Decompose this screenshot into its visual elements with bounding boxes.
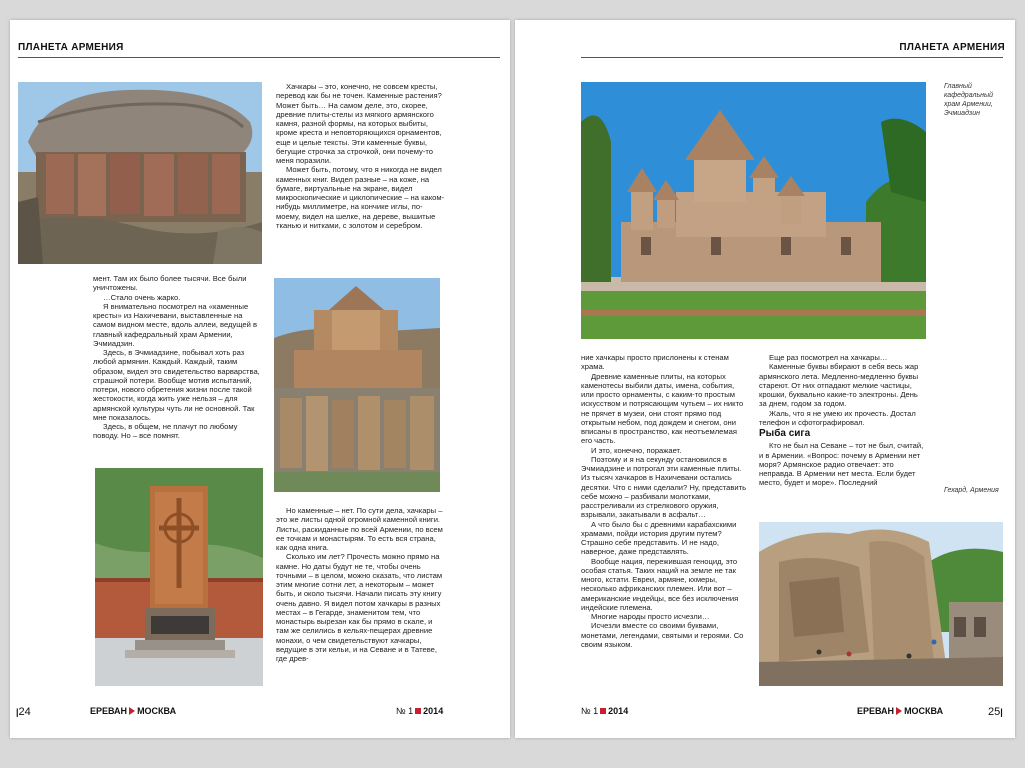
left-col1-text: мент. Там их было более тысячи. Все были… bbox=[93, 274, 261, 441]
paragraph: Но каменные – нет. По сути дела, хачкары… bbox=[276, 506, 443, 552]
paragraph: Исчезли вместе со своими буквами, монета… bbox=[581, 621, 744, 649]
left-col2-bottom-text: Но каменные – нет. По сути дела, хачкары… bbox=[276, 506, 446, 663]
paragraph: Древние каменные плиты, на которых камен… bbox=[581, 371, 744, 446]
paragraph: Здесь, в общем, не плачут по любому пово… bbox=[93, 422, 238, 441]
photo-caption: Главный кафедральный храм Армении, Эчмиа… bbox=[944, 83, 994, 117]
paragraph: Я внимательно посмотрел на «каменные кре… bbox=[93, 301, 258, 348]
arrow-icon bbox=[896, 707, 903, 715]
photo-church-khachkars bbox=[274, 278, 440, 492]
paragraph: Кто не был на Севане – тот не был, счита… bbox=[759, 441, 924, 488]
subheading: Рыба сига bbox=[759, 428, 811, 439]
magazine-brand: ЕРЕВАН МОСКВА bbox=[857, 706, 944, 716]
photo-khachkars-ruins bbox=[18, 82, 262, 264]
paragraph: ние хачкары просто прислонены к стенам х… bbox=[581, 353, 729, 372]
header-rule bbox=[581, 57, 1003, 58]
paragraph: Каменные буквы вбирают в себя весь жар а… bbox=[759, 362, 919, 409]
issue-number: № 1 2014 bbox=[581, 706, 629, 716]
page-number: 25| bbox=[988, 706, 1003, 718]
page-number: |24 bbox=[16, 706, 31, 718]
paragraph: Хачкары – это, конечно, не совсем кресты… bbox=[276, 82, 442, 165]
left-page: ПЛАНЕТА АРМЕНИЯ мент. Там их было более … bbox=[10, 20, 510, 738]
paragraph: Многие народы просто исчезли… bbox=[591, 612, 710, 621]
paragraph: Здесь, в Эчмиадзине, побывал хоть раз лю… bbox=[93, 348, 260, 422]
paragraph: Сколько им лет? Прочесть можно прямо на … bbox=[276, 552, 443, 663]
section-header: ПЛАНЕТА АРМЕНИЯ bbox=[18, 42, 124, 53]
paragraph: Жаль, что я не умею их прочесть. Достал … bbox=[759, 408, 916, 427]
paragraph: мент. Там их было более тысячи. Все были… bbox=[93, 274, 247, 293]
paragraph: …Стало очень жарко. bbox=[103, 292, 181, 302]
square-icon bbox=[600, 708, 607, 714]
photo-etchmiadzin-cathedral bbox=[581, 82, 926, 339]
header-rule bbox=[18, 57, 500, 58]
paragraph: И это, конечно, поражает. bbox=[591, 445, 682, 455]
paragraph: Поэтому и я на секунду остановился в Эчм… bbox=[581, 454, 747, 520]
paragraph: Может быть, потому, что я никогда не вид… bbox=[276, 165, 445, 230]
issue-number: № 1 2014 bbox=[396, 706, 444, 716]
paragraph: Вообще нация, пережившая геноцид, это ос… bbox=[581, 556, 739, 612]
paragraph: А что было бы с древними карабахскими хр… bbox=[581, 519, 737, 557]
paragraph: Еще раз посмотрел на хачкары… bbox=[769, 353, 888, 362]
square-icon bbox=[415, 708, 422, 714]
arrow-icon bbox=[129, 707, 136, 715]
right-col2-text: Еще раз посмотрел на хачкары… Каменные б… bbox=[759, 353, 927, 488]
magazine-brand: ЕРЕВАН МОСКВА bbox=[90, 706, 177, 716]
section-header: ПЛАНЕТА АРМЕНИЯ bbox=[899, 42, 1005, 53]
right-page: ПЛАНЕТА АРМЕНИЯ Главный кафедральный хра… bbox=[515, 20, 1015, 738]
left-col2-top-text: Хачкары – это, конечно, не совсем кресты… bbox=[276, 82, 446, 230]
photo-standing-khachkar bbox=[95, 468, 263, 686]
photo-geghard bbox=[759, 522, 1003, 686]
right-col1-text: ние хачкары просто прислонены к стенам х… bbox=[581, 353, 749, 649]
photo-caption: Гехард, Армения bbox=[944, 487, 999, 494]
